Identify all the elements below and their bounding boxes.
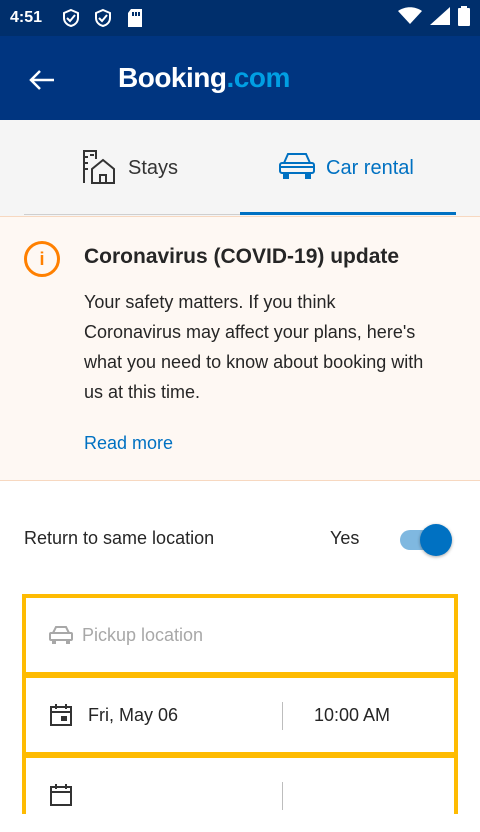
battery-icon bbox=[458, 5, 470, 31]
toggle-knob bbox=[420, 524, 452, 556]
notice-title: Coronavirus (COVID-19) update bbox=[84, 245, 400, 268]
status-time: 4:51 bbox=[10, 9, 43, 26]
field-divider bbox=[282, 782, 283, 810]
search-form: Pickup location Fri, May 06 10:00 AM bbox=[22, 594, 458, 832]
tab-car-rental[interactable]: Car rental bbox=[278, 120, 414, 216]
pickup-location-placeholder: Pickup location bbox=[82, 624, 204, 645]
pickup-time[interactable]: 10:00 AM bbox=[314, 705, 390, 726]
logo-main: Booking bbox=[118, 62, 227, 93]
return-location-toggle[interactable] bbox=[400, 522, 452, 556]
tab-divider bbox=[24, 214, 240, 215]
tab-stays-label: Stays bbox=[128, 156, 179, 179]
building-icon bbox=[80, 147, 118, 190]
app-bar: Booking.com bbox=[0, 36, 480, 120]
back-arrow-icon[interactable] bbox=[26, 66, 58, 94]
info-icon: i bbox=[24, 241, 60, 277]
return-same-location-row: Return to same location Yes bbox=[0, 516, 480, 560]
pickup-date[interactable]: Fri, May 06 bbox=[88, 705, 178, 726]
calendar-icon bbox=[48, 783, 74, 807]
covid-notice: i Coronavirus (COVID-19) update Your saf… bbox=[0, 216, 480, 481]
read-more-link[interactable]: Read more bbox=[84, 433, 173, 454]
logo-dotcom: .com bbox=[226, 62, 291, 93]
notice-body: Your safety matters. If you think Corona… bbox=[84, 292, 424, 402]
tab-car-rental-label: Car rental bbox=[326, 156, 414, 179]
dropoff-datetime-field[interactable] bbox=[26, 758, 454, 832]
status-bar: 4:51 bbox=[0, 0, 480, 36]
shield-check-icon bbox=[92, 7, 114, 29]
sd-card-icon bbox=[124, 7, 146, 29]
wifi-icon bbox=[398, 6, 422, 30]
shield-check-icon bbox=[60, 7, 82, 29]
car-icon bbox=[278, 151, 316, 186]
return-location-label: Return to same location bbox=[24, 528, 215, 548]
pickup-datetime-field[interactable]: Fri, May 06 10:00 AM bbox=[26, 678, 454, 752]
vertical-tabs: Stays Car rental bbox=[0, 120, 480, 216]
active-tab-indicator bbox=[240, 212, 456, 215]
cell-signal-icon bbox=[430, 6, 450, 30]
booking-logo: Booking.com bbox=[118, 62, 290, 94]
calendar-icon bbox=[48, 703, 74, 727]
car-icon bbox=[48, 623, 74, 647]
tab-stays[interactable]: Stays bbox=[80, 120, 178, 216]
toggle-state-label: Yes bbox=[330, 528, 360, 548]
pickup-location-field[interactable]: Pickup location bbox=[26, 598, 454, 672]
field-divider bbox=[282, 702, 283, 730]
